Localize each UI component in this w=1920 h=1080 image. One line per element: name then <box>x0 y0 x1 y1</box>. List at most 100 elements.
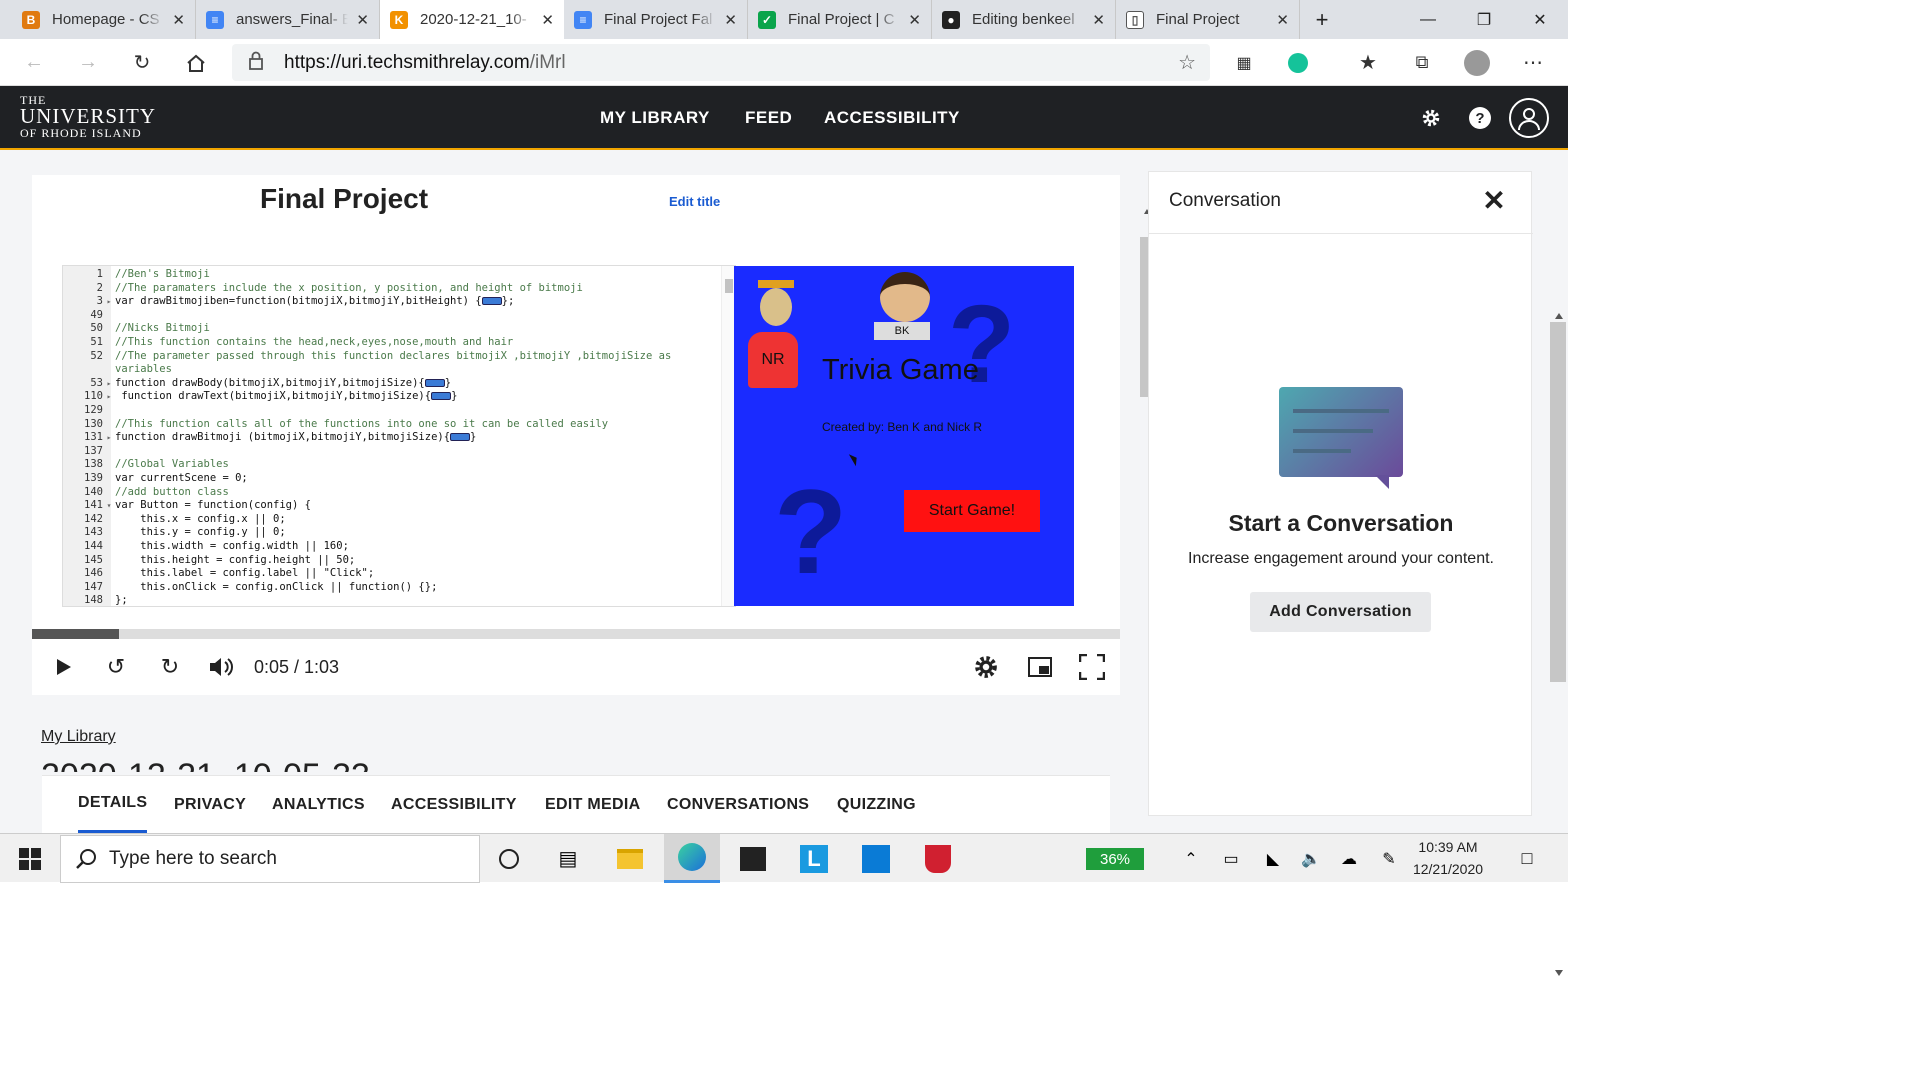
code-text-end: } <box>451 390 458 403</box>
folded-code-marker[interactable] <box>424 378 445 387</box>
code-text: variables <box>115 363 172 376</box>
tab-title: 2020-12-21_10- <box>420 11 527 28</box>
fold-arrow-icon[interactable]: ▾ <box>103 499 115 513</box>
lock-icon <box>248 51 264 77</box>
code-line: 53 ▸ function drawBody(bitmojiX,bitmojiY,b… <box>63 377 723 391</box>
browser-tab[interactable]: ▯ Final Project ✕ <box>1116 0 1300 39</box>
tab-details[interactable]: DETAILS <box>78 776 148 834</box>
line-number: 138 <box>84 458 103 471</box>
tab-close-icon[interactable]: ✕ <box>541 11 554 29</box>
blue-app-icon[interactable] <box>848 834 904 883</box>
settings-gear-icon[interactable] <box>1416 86 1446 150</box>
browser-tab[interactable]: ● Editing benkeel ✕ <box>932 0 1116 39</box>
taskbar-search-input[interactable]: Type here to search <box>60 835 480 883</box>
game-canvas[interactable]: ? ? NR BK Trivia Game Created by: Ben K … <box>734 266 1074 606</box>
tab-close-icon[interactable]: ✕ <box>1092 11 1105 29</box>
browser-tab[interactable]: ≡ Final Project Fal ✕ <box>564 0 748 39</box>
collections-icon[interactable]: ⧉ <box>1402 39 1442 86</box>
tab-accessibility[interactable]: ACCESSIBILITY <box>391 776 517 834</box>
folded-code-marker[interactable] <box>431 392 452 401</box>
folded-code-marker[interactable] <box>481 297 502 306</box>
fold-arrow-icon[interactable]: ▸ <box>103 390 115 404</box>
forward-skip-icon[interactable]: ↻ <box>150 639 190 695</box>
store-icon[interactable] <box>725 834 781 883</box>
taskbar-clock[interactable]: 10:39 AM 12/21/2020 <box>1400 836 1496 882</box>
tab-title: Final Project | C <box>788 11 895 28</box>
url-field[interactable]: https://uri.techsmithrelay.com/iMrl ☆ <box>232 44 1210 81</box>
play-icon[interactable] <box>44 639 84 695</box>
help-icon[interactable]: ? <box>1466 86 1494 150</box>
video-player[interactable]: Final Project Edit title 1 //Ben's Bitmoj… <box>32 175 1150 695</box>
browser-tab[interactable]: ≡ answers_Final- E ✕ <box>196 0 380 39</box>
my-library-link[interactable]: My Library <box>41 728 116 746</box>
fold-arrow-icon[interactable]: ▸ <box>103 295 115 309</box>
windows-start-icon[interactable] <box>2 834 58 883</box>
battery-icon[interactable]: ▭ <box>1208 834 1254 883</box>
code-line: 140 //add button class <box>63 486 723 500</box>
battery-indicator[interactable]: 36% <box>1086 848 1144 870</box>
picture-in-picture-icon[interactable] <box>1020 639 1060 695</box>
code-editor[interactable]: 1 //Ben's Bitmoji 2 //The paramaters includ… <box>62 265 736 607</box>
forward-icon[interactable]: → <box>68 39 108 86</box>
mcafee-icon[interactable] <box>910 834 966 883</box>
browser-tab[interactable]: B Homepage - CS ✕ <box>12 0 196 39</box>
tab-close-icon[interactable]: ✕ <box>908 11 921 29</box>
more-icon[interactable]: ⋯ <box>1513 39 1553 86</box>
code-line: 51 //This function contains the head,neck… <box>63 336 723 350</box>
video-settings-gear-icon[interactable] <box>966 639 1006 695</box>
fullscreen-icon[interactable] <box>1072 639 1112 695</box>
start-game-button[interactable]: Start Game! <box>904 490 1040 532</box>
video-progress-bar[interactable] <box>32 629 1120 639</box>
profile-icon[interactable] <box>1457 39 1497 86</box>
l-app-icon[interactable]: L <box>786 834 842 883</box>
tab-conversations[interactable]: CONVERSATIONS <box>667 776 809 834</box>
folded-code-marker[interactable] <box>450 433 471 442</box>
notifications-icon[interactable]: □ <box>1504 834 1550 883</box>
nav-my-library[interactable]: MY LIBRARY <box>600 86 710 150</box>
task-view-icon[interactable]: ▤ <box>540 834 596 883</box>
extension-icon[interactable]: ▦ <box>1224 39 1264 86</box>
uri-logo[interactable]: THE UNIVERSITY OF RHODE ISLAND <box>20 94 156 139</box>
restore-button[interactable]: ❐ <box>1456 0 1512 39</box>
bk-label: BK <box>874 322 930 340</box>
minimize-button[interactable]: — <box>1400 0 1456 39</box>
browser-tab[interactable]: ✓ Final Project | C ✕ <box>748 0 932 39</box>
close-icon[interactable]: ✕ <box>1479 184 1509 220</box>
refresh-icon[interactable]: ↻ <box>122 39 162 86</box>
favorite-star-icon[interactable]: ☆ <box>1178 50 1196 75</box>
tab-privacy[interactable]: PRIVACY <box>174 776 246 834</box>
nav-accessibility[interactable]: ACCESSIBILITY <box>824 86 960 150</box>
cortana-icon[interactable] <box>481 834 537 883</box>
browser-tab[interactable]: K 2020-12-21_10- ✕ <box>380 0 564 39</box>
back-icon[interactable]: ← <box>14 39 54 86</box>
tab-close-icon[interactable]: ✕ <box>356 11 369 29</box>
rewind-icon[interactable]: ↺ <box>96 639 136 695</box>
home-icon[interactable] <box>176 39 216 86</box>
tab-edit-media[interactable]: EDIT MEDIA <box>545 776 640 834</box>
grammarly-icon[interactable] <box>1278 39 1318 86</box>
edge-browser-icon[interactable] <box>664 834 720 883</box>
tab-quizzing[interactable]: QUIZZING <box>837 776 916 834</box>
volume-icon[interactable] <box>202 639 242 695</box>
code-scrollbar[interactable] <box>721 266 735 606</box>
tab-close-icon[interactable]: ✕ <box>724 11 737 29</box>
close-window-button[interactable]: ✕ <box>1512 0 1568 39</box>
fold-arrow-icon[interactable]: ▸ <box>103 377 115 391</box>
page-scrollbar[interactable] <box>1548 310 1568 983</box>
tab-analytics[interactable]: ANALYTICS <box>272 776 365 834</box>
code-line: 145 this.height = config.height || 50; <box>63 554 723 568</box>
code-text: //Nicks Bitmoji <box>115 322 210 335</box>
fold-arrow-icon[interactable]: ▸ <box>103 431 115 445</box>
tab-close-icon[interactable]: ✕ <box>1276 11 1289 29</box>
code-text-end: }; <box>501 295 515 308</box>
code-line: 142 this.x = config.x || 0; <box>63 513 723 527</box>
new-tab-button[interactable]: + <box>1294 0 1350 39</box>
user-avatar-icon[interactable] <box>1508 86 1550 150</box>
favorites-icon[interactable]: ★ <box>1348 39 1388 86</box>
edit-title-link[interactable]: Edit title <box>669 194 720 209</box>
add-conversation-button[interactable]: Add Conversation <box>1250 592 1431 632</box>
nav-feed[interactable]: FEED <box>745 86 792 150</box>
line-number: 141 <box>84 499 103 512</box>
tab-close-icon[interactable]: ✕ <box>172 11 185 29</box>
file-explorer-icon[interactable] <box>602 834 658 883</box>
